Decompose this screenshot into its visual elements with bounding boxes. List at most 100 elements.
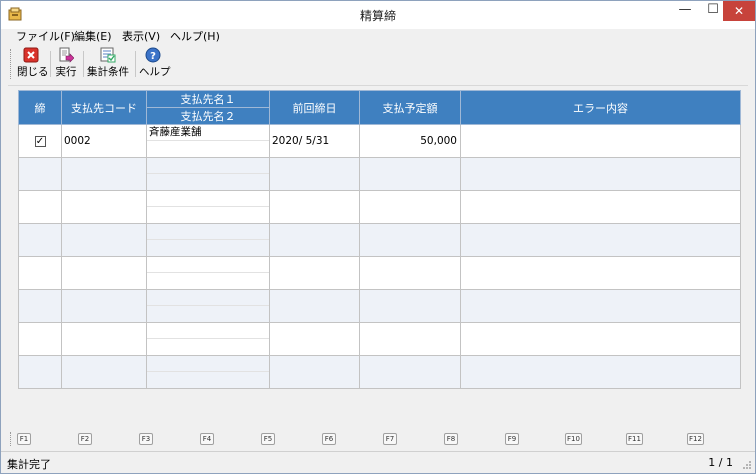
empty-cell[interactable]	[269, 223, 360, 257]
empty-cell[interactable]	[269, 256, 360, 290]
empty-cell[interactable]	[460, 157, 741, 191]
empty-cell[interactable]	[61, 256, 147, 290]
empty-name-cell[interactable]	[146, 157, 270, 191]
col-header-payee-name1[interactable]: 支払先名１	[146, 90, 270, 108]
col-header-close-flag[interactable]: 締	[18, 90, 62, 125]
close-grid: 締 支払先コード 支払先名１ 前回締日 支払予定額 エラー内容 支払先名２ ✓ …	[18, 90, 741, 389]
fkey-f10[interactable]: F10	[565, 433, 582, 445]
payee-name1: 斉藤産業舗	[147, 126, 269, 141]
menu-file[interactable]: ファイル(F)	[13, 29, 78, 45]
fkey-f5[interactable]: F5	[261, 433, 275, 445]
fkey-bar-grip[interactable]	[10, 432, 13, 446]
empty-cell[interactable]	[18, 322, 62, 356]
title-bar[interactable]: 精算締 — ☐ ✕	[1, 1, 755, 29]
planned-amount-cell[interactable]: 50,000	[359, 124, 461, 158]
last-close-date-cell[interactable]: 2020/ 5/31	[269, 124, 360, 158]
toolbar-grip[interactable]	[10, 49, 13, 79]
menu-edit[interactable]: 編集(E)	[71, 29, 115, 45]
empty-cell[interactable]	[61, 190, 147, 224]
empty-name-cell[interactable]	[146, 223, 270, 257]
close-button[interactable]: 閉じる	[17, 47, 49, 81]
table-row[interactable]	[18, 157, 741, 191]
close-checkbox[interactable]: ✓	[34, 136, 46, 147]
empty-cell[interactable]	[269, 322, 360, 356]
close-checkbox-cell[interactable]: ✓	[18, 124, 62, 158]
empty-cell[interactable]	[460, 355, 741, 389]
col-header-payee-name2[interactable]: 支払先名２	[146, 107, 270, 125]
empty-cell[interactable]	[18, 157, 62, 191]
empty-cell[interactable]	[61, 322, 147, 356]
payee-name-cell[interactable]: 斉藤産業舗	[146, 124, 270, 158]
empty-name2	[148, 339, 269, 355]
empty-cell[interactable]	[61, 157, 147, 191]
fkey-f11[interactable]: F11	[626, 433, 643, 445]
help-button[interactable]: ? ヘルプ	[139, 47, 171, 81]
fkey-f9[interactable]: F9	[505, 433, 519, 445]
payee-code-cell[interactable]: 0002	[61, 124, 147, 158]
col-header-last-close-date[interactable]: 前回締日	[269, 90, 360, 125]
empty-name-cell[interactable]	[146, 322, 270, 356]
empty-cell[interactable]	[18, 256, 62, 290]
empty-cell[interactable]	[460, 289, 741, 323]
empty-name-cell[interactable]	[146, 289, 270, 323]
error-cell[interactable]	[460, 124, 741, 158]
status-message: 集計完了	[7, 458, 51, 471]
table-row[interactable]	[18, 355, 741, 389]
empty-cell[interactable]	[359, 322, 461, 356]
empty-cell[interactable]	[18, 190, 62, 224]
empty-cell[interactable]	[18, 223, 62, 257]
empty-cell[interactable]	[460, 190, 741, 224]
fkey-f8[interactable]: F8	[444, 433, 458, 445]
empty-cell[interactable]	[18, 355, 62, 389]
close-window-button[interactable]: ✕	[723, 1, 755, 21]
table-row[interactable]	[18, 223, 741, 257]
empty-cell[interactable]	[269, 190, 360, 224]
col-header-error[interactable]: エラー内容	[460, 90, 741, 125]
empty-cell[interactable]	[359, 223, 461, 257]
fkey-f7[interactable]: F7	[383, 433, 397, 445]
empty-cell[interactable]	[61, 223, 147, 257]
empty-cell[interactable]	[460, 223, 741, 257]
table-row[interactable]	[18, 190, 741, 224]
menu-help[interactable]: ヘルプ(H)	[167, 29, 223, 45]
empty-cell[interactable]	[269, 157, 360, 191]
empty-name1	[147, 324, 269, 339]
minimize-button[interactable]: —	[671, 1, 699, 21]
empty-cell[interactable]	[460, 256, 741, 290]
resize-grip-icon[interactable]	[742, 460, 752, 470]
empty-cell[interactable]	[269, 289, 360, 323]
empty-cell[interactable]	[18, 289, 62, 323]
criteria-button[interactable]: 集計条件	[87, 47, 129, 81]
fkey-f1[interactable]: F1	[17, 433, 31, 445]
toolbar-separator	[83, 51, 84, 77]
empty-cell[interactable]	[269, 355, 360, 389]
col-header-payee-code[interactable]: 支払先コード	[61, 90, 147, 125]
run-button-label: 実行	[55, 66, 77, 78]
empty-cell[interactable]	[359, 190, 461, 224]
empty-name-cell[interactable]	[146, 256, 270, 290]
empty-name-cell[interactable]	[146, 190, 270, 224]
table-row[interactable]	[18, 322, 741, 356]
fkey-f4[interactable]: F4	[200, 433, 214, 445]
empty-cell[interactable]	[359, 157, 461, 191]
empty-name-cell[interactable]	[146, 355, 270, 389]
run-button[interactable]: 実行	[54, 47, 78, 81]
fkey-f6[interactable]: F6	[322, 433, 336, 445]
fkey-f3[interactable]: F3	[139, 433, 153, 445]
col-header-planned-amount[interactable]: 支払予定額	[359, 90, 461, 125]
empty-cell[interactable]	[460, 322, 741, 356]
empty-cell[interactable]	[61, 355, 147, 389]
empty-cell[interactable]	[359, 256, 461, 290]
close-icon	[23, 47, 39, 63]
empty-cell[interactable]	[61, 289, 147, 323]
table-row[interactable]	[18, 289, 741, 323]
fkey-f2[interactable]: F2	[78, 433, 92, 445]
payee-name2	[148, 141, 269, 157]
table-row[interactable]	[18, 256, 741, 290]
fkey-f12[interactable]: F12	[687, 433, 704, 445]
empty-cell[interactable]	[359, 289, 461, 323]
status-bar: 集計完了 1 / 1	[1, 451, 755, 473]
table-row[interactable]: ✓ 0002 斉藤産業舗 2020/ 5/31 50,000	[18, 124, 741, 158]
empty-cell[interactable]	[359, 355, 461, 389]
menu-view[interactable]: 表示(V)	[119, 29, 163, 45]
